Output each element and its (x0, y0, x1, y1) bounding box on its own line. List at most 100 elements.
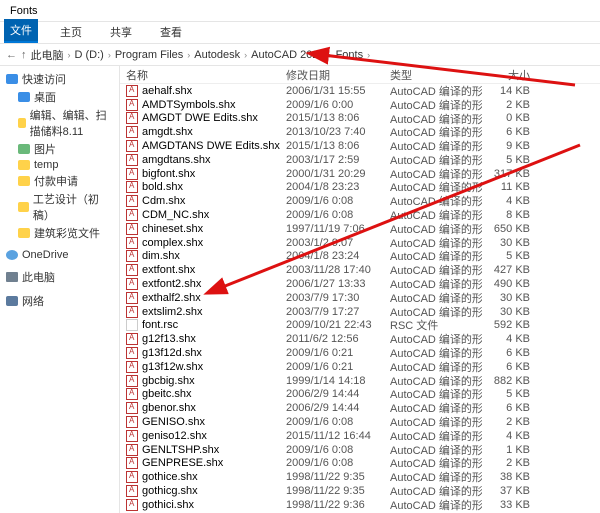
tab-share[interactable]: 共享 (104, 21, 138, 43)
file-date: 2009/1/6 0:08 (286, 457, 390, 469)
file-row[interactable]: GENLTSHP.shx2009/1/6 0:08AutoCAD 编译的形1 K… (120, 443, 600, 457)
col-date[interactable]: 修改日期 (286, 67, 390, 83)
file-row[interactable]: AMGDT DWE Edits.shx2015/1/13 8:06AutoCAD… (120, 112, 600, 126)
file-icon (126, 99, 138, 111)
file-date: 2004/1/8 23:23 (286, 181, 390, 193)
sidebar-desktop[interactable]: 桌面 (0, 88, 119, 106)
file-size: 882 KB (482, 375, 538, 387)
file-name: complex.shx (142, 237, 203, 249)
sidebar-folder-2[interactable]: 付款申请 (0, 172, 119, 190)
file-name: gbeitc.shx (142, 388, 192, 400)
file-row[interactable]: chineset.shx1997/11/19 7:06AutoCAD 编译的形6… (120, 222, 600, 236)
crumb-fonts[interactable]: Fonts (336, 49, 364, 61)
file-row[interactable]: AMDTSymbols.shx2009/1/6 0:00AutoCAD 编译的形… (120, 98, 600, 112)
file-row[interactable]: GENPRESE.shx2009/1/6 0:08AutoCAD 编译的形2 K… (120, 457, 600, 471)
file-row[interactable]: g13f12d.shx2009/1/6 0:21AutoCAD 编译的形6 KB (120, 346, 600, 360)
file-row[interactable]: complex.shx2003/1/2 9:07AutoCAD 编译的形30 K… (120, 236, 600, 250)
file-row[interactable]: CDM_NC.shx2009/1/6 0:08AutoCAD 编译的形8 KB (120, 208, 600, 222)
sidebar-pictures[interactable]: 图片 (0, 140, 119, 158)
file-date: 2000/1/31 20:29 (286, 168, 390, 180)
file-date: 2015/1/13 8:06 (286, 140, 390, 152)
col-name[interactable]: 名称 (126, 67, 286, 83)
file-icon (126, 181, 138, 193)
file-name: CDM_NC.shx (142, 209, 209, 221)
file-row[interactable]: gbeitc.shx2006/2/9 14:44AutoCAD 编译的形5 KB (120, 388, 600, 402)
col-size[interactable]: 大小 (482, 67, 538, 83)
crumb-pc[interactable]: 此电脑 (31, 47, 64, 63)
file-size: 427 KB (482, 264, 538, 276)
file-row[interactable]: g12f13.shx2011/6/2 12:56AutoCAD 编译的形4 KB (120, 332, 600, 346)
file-size: 6 KB (482, 126, 538, 138)
file-row[interactable]: extfont.shx2003/11/28 17:40AutoCAD 编译的形4… (120, 263, 600, 277)
file-row[interactable]: extfont2.shx2006/1/27 13:33AutoCAD 编译的形4… (120, 277, 600, 291)
file-icon (126, 361, 138, 373)
breadcrumb[interactable]: ← ↑ 此电脑› D (D:)› Program Files› Autodesk… (0, 44, 600, 66)
file-row[interactable]: Cdm.shx2009/1/6 0:08AutoCAD 编译的形4 KB (120, 194, 600, 208)
file-date: 2015/1/13 8:06 (286, 112, 390, 124)
file-name: dim.shx (142, 250, 180, 262)
file-row[interactable]: bold.shx2004/1/8 23:23AutoCAD 编译的形11 KB (120, 181, 600, 195)
file-row[interactable]: GENISO.shx2009/1/6 0:08AutoCAD 编译的形2 KB (120, 415, 600, 429)
file-row[interactable]: geniso12.shx2015/11/12 16:44AutoCAD 编译的形… (120, 429, 600, 443)
file-size: 1 KB (482, 444, 538, 456)
sidebar-this-pc[interactable]: 此电脑 (0, 268, 119, 286)
sidebar-folder-4[interactable]: 建筑彩览文件 (0, 224, 119, 242)
col-type[interactable]: 类型 (390, 67, 482, 83)
file-row[interactable]: gothice.shx1998/11/22 9:35AutoCAD 编译的形38… (120, 470, 600, 484)
file-date: 1998/11/22 9:36 (286, 499, 390, 511)
file-date: 2009/1/6 0:08 (286, 444, 390, 456)
file-row[interactable]: gbenor.shx2006/2/9 14:44AutoCAD 编译的形6 KB (120, 401, 600, 415)
file-icon (126, 250, 138, 262)
crumb-acad[interactable]: AutoCAD 2020 (251, 49, 324, 61)
file-row[interactable]: gbcbig.shx1999/1/14 14:18AutoCAD 编译的形882… (120, 374, 600, 388)
file-row[interactable]: g13f12w.shx2009/1/6 0:21AutoCAD 编译的形6 KB (120, 360, 600, 374)
sidebar-onedrive[interactable]: OneDrive (0, 248, 119, 262)
sidebar-temp[interactable]: temp (0, 158, 119, 172)
file-row[interactable]: AMGDTANS DWE Edits.shx2015/1/13 8:06Auto… (120, 139, 600, 153)
file-name: Cdm.shx (142, 195, 185, 207)
file-name: exthalf2.shx (142, 292, 201, 304)
sidebar-folder-3[interactable]: 工艺设计（初稿） (0, 190, 119, 224)
folder-icon (18, 160, 30, 170)
crumb-autodesk[interactable]: Autodesk (194, 49, 240, 61)
file-date: 2013/10/23 7:40 (286, 126, 390, 138)
nav-back-icon[interactable]: ← (6, 49, 17, 61)
file-row[interactable]: amgdtans.shx2003/1/17 2:59AutoCAD 编译的形5 … (120, 153, 600, 167)
file-date: 2009/1/6 0:00 (286, 99, 390, 111)
file-size: 33 KB (482, 499, 538, 511)
nav-up-icon[interactable]: ↑ (21, 49, 27, 61)
file-row[interactable]: aehalf.shx2006/1/31 15:55AutoCAD 编译的形14 … (120, 84, 600, 98)
tab-home[interactable]: 主页 (54, 21, 88, 43)
file-row[interactable]: bigfont.shx2000/1/31 20:29AutoCAD 编译的形31… (120, 167, 600, 181)
file-name: gothici.shx (142, 499, 194, 511)
tab-view[interactable]: 查看 (154, 21, 188, 43)
crumb-d[interactable]: D (D:) (75, 49, 104, 61)
folder-icon (18, 228, 30, 238)
file-name: gothicg.shx (142, 485, 198, 497)
file-name: AMDTSymbols.shx (142, 99, 236, 111)
file-name: g13f12d.shx (142, 347, 202, 359)
sidebar-network[interactable]: 网络 (0, 292, 119, 310)
file-icon (126, 112, 138, 124)
file-row[interactable]: extslim2.shx2003/7/9 17:27AutoCAD 编译的形30… (120, 305, 600, 319)
file-row[interactable]: gothici.shx1998/11/22 9:36AutoCAD 编译的形33… (120, 498, 600, 512)
file-row[interactable]: exthalf2.shx2003/7/9 17:30AutoCAD 编译的形30… (120, 291, 600, 305)
file-row[interactable]: dim.shx2004/1/8 23:24AutoCAD 编译的形5 KB (120, 250, 600, 264)
file-size: 37 KB (482, 485, 538, 497)
file-icon (126, 375, 138, 387)
file-icon (126, 499, 138, 511)
sidebar-quick-access[interactable]: 快速访问 (0, 70, 119, 88)
sidebar-folder-1[interactable]: 编辑、编辑、扫描储料8.11 (0, 106, 119, 140)
file-row[interactable]: gothicg.shx1998/11/22 9:35AutoCAD 编译的形37… (120, 484, 600, 498)
file-row[interactable]: font.rsc2009/10/21 22:43RSC 文件592 KB (120, 319, 600, 333)
tab-file[interactable]: 文件 (4, 19, 38, 43)
file-size: 30 KB (482, 306, 538, 318)
file-icon (126, 154, 138, 166)
file-icon (126, 195, 138, 207)
crumb-pf[interactable]: Program Files (115, 49, 183, 61)
column-headers[interactable]: 名称 修改日期 类型 大小 (120, 66, 600, 84)
file-icon (126, 306, 138, 318)
folder-icon (18, 202, 29, 212)
file-row[interactable]: amgdt.shx2013/10/23 7:40AutoCAD 编译的形6 KB (120, 125, 600, 139)
file-date: 2003/7/9 17:30 (286, 292, 390, 304)
